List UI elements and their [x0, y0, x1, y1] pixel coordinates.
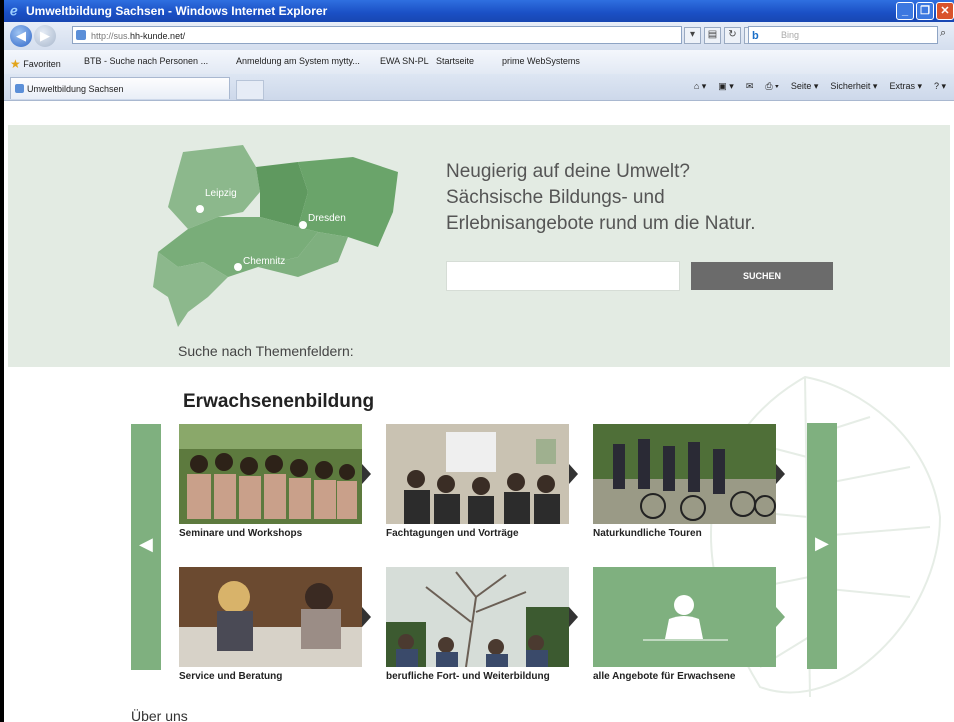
star-icon: ★	[10, 57, 21, 71]
favorites-label: Favoriten	[23, 59, 61, 69]
city-dresden[interactable]: Dresden	[308, 213, 346, 224]
feeds-icon[interactable]: ▣ ▾	[718, 81, 734, 92]
address-toolbar: ◀ ▶ http://sus.hh-kunde.net/ ▾ ▤ ↻ ✕ b B…	[4, 22, 954, 51]
theme-label: Suche nach Themenfeldern:	[178, 343, 354, 359]
tile-vocational-training[interactable]: berufliche Fort- und Weiterbildung	[386, 567, 578, 682]
home-icon[interactable]: ⌂ ▾	[694, 81, 706, 92]
tile-caption: Seminare und Workshops	[179, 528, 303, 539]
tile-caption: Fachtagungen und Vorträge	[386, 528, 519, 539]
favorites-bar: ★ Favoriten BTB - Suche nach Personen ..…	[4, 50, 954, 75]
tile-notch-icon	[362, 607, 371, 627]
browser-window: ℯ Umweltbildung Sachsen - Windows Intern…	[0, 0, 954, 722]
tours-photo	[593, 424, 776, 524]
search-go-icon[interactable]: ⌕	[940, 27, 954, 42]
tile-notch-icon	[776, 464, 785, 484]
tile-service[interactable]: Service und Beratung	[179, 567, 371, 682]
back-button[interactable]: ◀	[10, 25, 32, 47]
all-offers-graphic	[593, 567, 776, 667]
maximize-button[interactable]: ❐	[916, 2, 934, 20]
hero-section: Leipzig Dresden Chemnitz Neugierig auf d…	[8, 125, 950, 367]
help-icon[interactable]: ? ▾	[934, 81, 946, 92]
menu-page[interactable]: Seite ▾	[791, 81, 819, 92]
tile-conferences[interactable]: Fachtagungen und Vorträge	[386, 424, 578, 539]
tile-notch-icon	[569, 607, 578, 627]
dropdown-icon[interactable]: ▾	[684, 27, 701, 44]
tab-label: Umweltbildung Sachsen	[27, 84, 124, 94]
window-controls: _ ❐ ✕	[896, 2, 954, 20]
page-icon	[15, 84, 24, 93]
mail-icon[interactable]: ✉	[746, 81, 754, 92]
headline-line: Neugierig auf deine Umwelt?	[446, 161, 690, 182]
arrow-right-icon: ▶	[815, 533, 829, 553]
search-field[interactable]	[446, 261, 680, 291]
favorite-link[interactable]: Startseite	[436, 56, 474, 66]
city-leipzig[interactable]: Leipzig	[205, 188, 237, 199]
menu-extras[interactable]: Extras ▾	[889, 81, 922, 92]
adult-education-section: Erwachsenenbildung ◀ ▶ Seminare und Work…	[8, 367, 950, 722]
url-host: hh-kunde.net/	[130, 31, 186, 41]
tile-notch-icon	[569, 464, 578, 484]
saxony-map[interactable]: Leipzig Dresden Chemnitz	[148, 137, 408, 327]
tile-notch-icon	[776, 607, 785, 627]
compatibility-icon[interactable]: ▤	[704, 27, 721, 44]
carousel-prev-button[interactable]: ◀	[131, 424, 161, 670]
print-icon[interactable]: ⎙ ▾	[765, 81, 778, 92]
command-bar: ⌂ ▾ ▣ ▾ ✉ ⎙ ▾ Seite ▾ Sicherheit ▾ Extra…	[694, 81, 946, 92]
tile-seminars[interactable]: Seminare und Workshops	[179, 424, 371, 539]
favorite-link[interactable]: Anmeldung am System mytty...	[236, 56, 360, 66]
web-page: Leipzig Dresden Chemnitz Neugierig auf d…	[8, 101, 950, 722]
service-photo	[179, 567, 362, 667]
title-bar: ℯ Umweltbildung Sachsen - Windows Intern…	[4, 0, 954, 22]
seminar-photo	[179, 424, 362, 524]
training-photo	[386, 567, 569, 667]
tile-caption: alle Angebote für Erwachsene	[593, 671, 736, 682]
section-title: Erwachsenenbildung	[183, 391, 375, 412]
menu-security[interactable]: Sicherheit ▾	[830, 81, 877, 92]
address-input[interactable]: http://sus.hh-kunde.net/	[72, 26, 682, 44]
forward-button[interactable]: ▶	[34, 25, 56, 47]
favorite-link[interactable]: EWA SN-PL	[380, 56, 429, 66]
tile-all-offers[interactable]: alle Angebote für Erwachsene	[593, 567, 785, 682]
hero-headline: Neugierig auf deine Umwelt? Sächsische B…	[446, 159, 866, 237]
refresh-icon[interactable]: ↻	[724, 27, 741, 44]
url-prefix: http://sus.	[91, 31, 131, 41]
favorite-link[interactable]: prime WebSystems	[502, 56, 580, 66]
tile-notch-icon	[362, 464, 371, 484]
tile-caption: Naturkundliche Touren	[593, 528, 702, 539]
search-input[interactable]: b Bing	[748, 26, 938, 44]
window-title: Umweltbildung Sachsen - Windows Internet…	[26, 4, 328, 18]
about-link[interactable]: Über uns	[131, 708, 188, 722]
arrow-left-icon: ◀	[139, 534, 153, 554]
conference-photo	[386, 424, 569, 524]
city-chemnitz[interactable]: Chemnitz	[243, 256, 285, 267]
headline-line: Erlebnisangebote rund um die Natur.	[446, 213, 756, 234]
search-placeholder: Bing	[781, 30, 800, 40]
favorites-button[interactable]: ★ Favoriten	[10, 56, 61, 71]
search-button[interactable]: SUCHEN	[691, 262, 833, 290]
ie-logo-icon: ℯ	[10, 3, 18, 18]
new-tab-button[interactable]	[236, 80, 264, 100]
headline-line: Sächsische Bildungs- und	[446, 187, 665, 208]
tab-active[interactable]: Umweltbildung Sachsen	[10, 77, 230, 99]
favorite-link[interactable]: BTB - Suche nach Personen ...	[84, 56, 208, 66]
tile-nature-tours[interactable]: Naturkundliche Touren	[593, 424, 785, 539]
page-icon	[76, 30, 86, 40]
bing-icon: b	[752, 30, 759, 42]
tab-bar: Umweltbildung Sachsen ⌂ ▾ ▣ ▾ ✉ ⎙ ▾ Seit…	[4, 74, 954, 101]
minimize-button[interactable]: _	[896, 2, 914, 20]
close-button[interactable]: ✕	[936, 2, 954, 20]
tile-caption: berufliche Fort- und Weiterbildung	[386, 671, 550, 682]
carousel-next-button[interactable]: ▶	[807, 423, 837, 669]
tile-caption: Service und Beratung	[179, 671, 283, 682]
